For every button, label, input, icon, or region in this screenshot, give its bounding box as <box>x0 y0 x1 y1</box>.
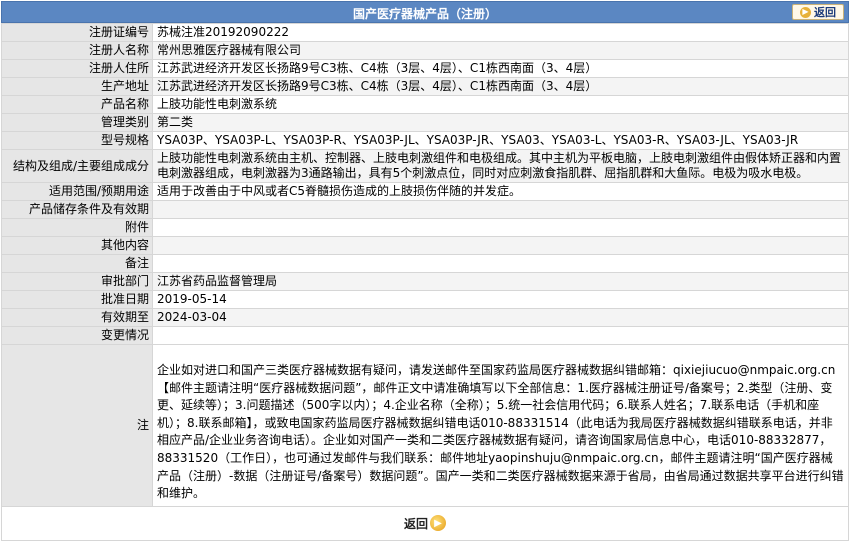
row-label: 变更情况 <box>1 326 153 345</box>
row-label: 批准日期 <box>1 290 153 309</box>
row-label: 审批部门 <box>1 272 153 291</box>
row-value <box>152 254 849 273</box>
row-label: 适用范围/预期用途 <box>1 182 153 201</box>
table-row: 附件 <box>1 218 849 237</box>
row-value <box>152 200 849 219</box>
row-value: YSA03P、YSA03P-L、YSA03P-R、YSA03P-JL、YSA03… <box>152 131 849 150</box>
back-button-bottom-label: 返回 <box>403 516 428 531</box>
row-label: 注册证编号 <box>1 23 153 42</box>
row-label: 生产地址 <box>1 77 153 96</box>
row-value: 适用于改善由于中风或者C5脊髓损伤造成的上肢损伤伴随的并发症。 <box>152 182 849 201</box>
table-row: 产品名称 上肢功能性电刺激系统 <box>1 95 849 114</box>
row-value: 第二类 <box>152 113 849 132</box>
back-button-top[interactable]: ▶ 返回 <box>792 4 844 20</box>
table-row: 备注 <box>1 254 849 273</box>
row-label: 型号规格 <box>1 131 153 150</box>
row-value: 江苏武进经济开发区长扬路9号C3栋、C4栋（3层、4层）、C1栋西南面（3、4层… <box>152 77 849 96</box>
table-row: 产品储存条件及有效期 <box>1 200 849 219</box>
table-row-note: 注 企业如对进口和国产三类医疗器械数据有疑问，请发送邮件至国家药监局医疗器械数据… <box>1 344 849 507</box>
table-row: 注册人名称 常州思雅医疗器械有限公司 <box>1 41 849 60</box>
row-value: 2024-03-04 <box>152 308 849 327</box>
note-cell: 企业如对进口和国产三类医疗器械数据有疑问，请发送邮件至国家药监局医疗器械数据纠错… <box>152 344 849 507</box>
row-label: 结构及组成/主要组成成分 <box>1 149 153 183</box>
row-label: 注册人住所 <box>1 59 153 78</box>
row-label: 备注 <box>1 254 153 273</box>
table-row: 批准日期 2019-05-14 <box>1 290 849 309</box>
table-row: 其他内容 <box>1 236 849 255</box>
note-text: 企业如对进口和国产三类医疗器械数据有疑问，请发送邮件至国家药监局医疗器械数据纠错… <box>157 363 844 501</box>
info-table: 注册证编号 苏械注准20192090222 注册人名称 常州思雅医疗器械有限公司 注册人… <box>1 23 849 507</box>
row-value: 江苏武进经济开发区长扬路9号C3栋、C4栋（3层、4层）、C1栋西南面（3、4层… <box>152 59 849 78</box>
row-label: 有效期至 <box>1 308 153 327</box>
table-row: 审批部门 江苏省药品监督管理局 <box>1 272 849 291</box>
row-label: 产品名称 <box>1 95 153 114</box>
table-row: 管理类别 第二类 <box>1 113 849 132</box>
row-value <box>152 236 849 255</box>
row-value <box>152 218 849 237</box>
back-button-bottom[interactable]: 返回 ▶ <box>404 515 446 532</box>
panel-footer: 返回 ▶ <box>1 506 849 541</box>
detail-panel: 国产医疗器械产品（注册） ▶ 返回 注册证编号 苏械注准20192090222 注册… <box>1 1 849 541</box>
table-row: 有效期至 2024-03-04 <box>1 308 849 327</box>
row-value: 上肢功能性电刺激系统由主机、控制器、上肢电刺激组件和电极组成。其中主机为平板电脑… <box>152 149 849 183</box>
row-value: 苏械注准20192090222 <box>152 23 849 42</box>
row-value: 上肢功能性电刺激系统 <box>152 95 849 114</box>
arrow-right-circle-icon: ▶ <box>430 515 446 532</box>
row-value: 常州思雅医疗器械有限公司 <box>152 41 849 60</box>
table-row: 结构及组成/主要组成成分 上肢功能性电刺激系统由主机、控制器、上肢电刺激组件和电极… <box>1 149 849 183</box>
row-value: 2019-05-14 <box>152 290 849 309</box>
back-button-top-label: 返回 <box>814 6 836 19</box>
row-label: 产品储存条件及有效期 <box>1 200 153 219</box>
table-row: 变更情况 <box>1 326 849 345</box>
row-label: 附件 <box>1 218 153 237</box>
table-row: 注册证编号 苏械注准20192090222 <box>1 23 849 42</box>
row-label: 管理类别 <box>1 113 153 132</box>
table-row: 生产地址 江苏武进经济开发区长扬路9号C3栋、C4栋（3层、4层）、C1栋西南面（… <box>1 77 849 96</box>
panel-header: 国产医疗器械产品（注册） ▶ 返回 <box>1 1 849 23</box>
table-row: 型号规格 YSA03P、YSA03P-L、YSA03P-R、YSA03P-JL、Y… <box>1 131 849 150</box>
row-label-note: 注 <box>1 344 153 507</box>
row-value <box>152 326 849 345</box>
row-label: 注册人名称 <box>1 41 153 60</box>
row-value: 江苏省药品监督管理局 <box>152 272 849 291</box>
row-label: 其他内容 <box>1 236 153 255</box>
table-row: 注册人住所 江苏武进经济开发区长扬路9号C3栋、C4栋（3层、4层）、C1栋西南面… <box>1 59 849 78</box>
page-title: 国产医疗器械产品（注册） <box>352 7 497 21</box>
arrow-right-icon: ▶ <box>800 6 811 18</box>
table-row: 适用范围/预期用途 适用于改善由于中风或者C5脊髓损伤造成的上肢损伤伴随的并发症。 <box>1 182 849 201</box>
